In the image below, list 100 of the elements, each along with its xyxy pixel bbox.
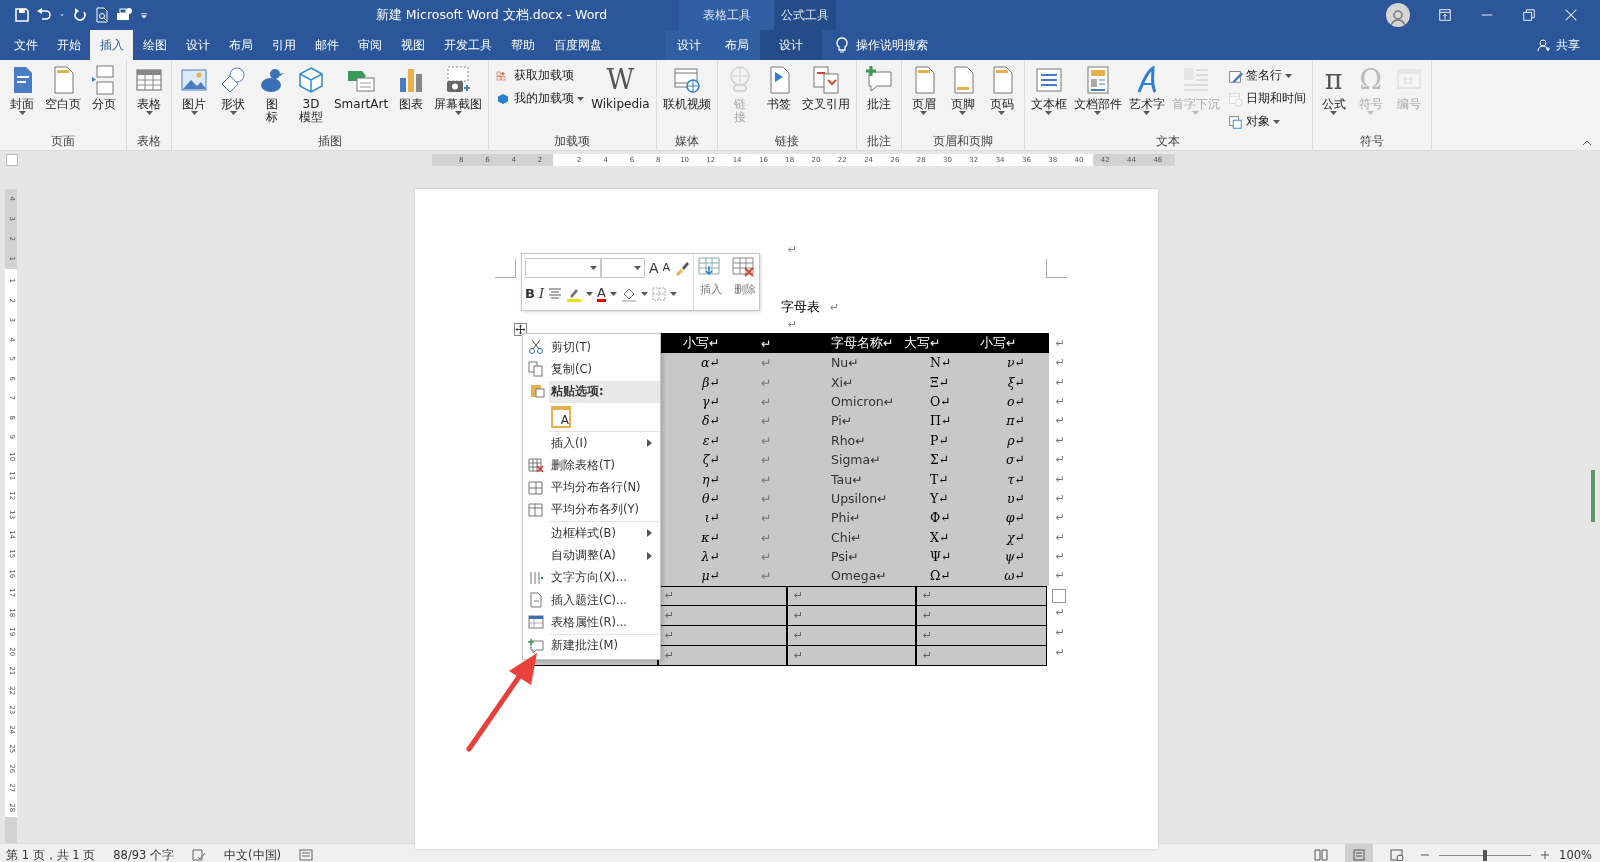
paste-option-button[interactable]: A xyxy=(551,405,571,428)
view-button[interactable] xyxy=(1345,844,1374,862)
ribbon-tab[interactable]: 帮助 xyxy=(501,30,544,60)
ribbon-tab[interactable]: 设计 xyxy=(176,30,219,60)
ribbon-button[interactable]: 3D 模型 xyxy=(292,62,330,126)
menu-item[interactable]: 平均分布各列(Y) xyxy=(523,498,660,522)
ribbon-tab[interactable]: 绘图 xyxy=(133,30,176,60)
ribbon-tab[interactable]: 审阅 xyxy=(348,30,391,60)
ribbon-button[interactable]: 书签 xyxy=(759,62,798,113)
menu-item[interactable]: 边框样式(B) xyxy=(523,522,660,545)
macro-icon[interactable] xyxy=(299,849,314,861)
italic-button[interactable]: I xyxy=(538,285,545,303)
menu-item[interactable]: 插入题注(C)... xyxy=(523,588,660,612)
ribbon-tab[interactable]: 开发工具 xyxy=(434,30,501,60)
restore-icon[interactable] xyxy=(1522,8,1536,22)
paintbrush-icon[interactable] xyxy=(674,260,691,276)
menu-item[interactable]: 新建批注(M) xyxy=(523,634,660,657)
table-cell-text: ρ↵ xyxy=(1006,432,1026,448)
font-field[interactable] xyxy=(525,258,601,278)
ribbon-button[interactable]: 签名行 xyxy=(1223,66,1309,85)
ribbon-button[interactable]: 对象 xyxy=(1223,112,1309,131)
ribbon-tab[interactable]: 引用 xyxy=(262,30,305,60)
ribbon-button[interactable]: 空白页 xyxy=(42,62,84,113)
delete-button[interactable]: 删除 xyxy=(728,254,763,310)
ribbon-button[interactable]: 联机视频 xyxy=(659,62,714,113)
ribbon-tab[interactable]: 邮件 xyxy=(305,30,348,60)
zoom-level[interactable]: 100% xyxy=(1559,848,1592,862)
shrink-font-button[interactable]: A xyxy=(662,259,671,277)
ribbon-button[interactable]: 艺术字 xyxy=(1125,62,1168,117)
ribbon-button[interactable]: SmartArt xyxy=(331,62,392,113)
caption-icon xyxy=(528,592,544,609)
ribbon-button[interactable]: 形状 xyxy=(214,62,252,117)
menu-item[interactable]: 表格属性(R)... xyxy=(523,611,660,634)
heading-text: 字母表 xyxy=(781,298,820,316)
undo-icon[interactable] xyxy=(36,7,52,23)
ribbon-button[interactable]: 交叉引用 xyxy=(798,62,853,113)
ribbon-button[interactable]: π 公式 xyxy=(1315,62,1352,117)
collapse-icon[interactable] xyxy=(1582,140,1592,146)
align-center-icon[interactable] xyxy=(548,287,563,301)
table-resize-handle[interactable] xyxy=(1052,588,1066,603)
close-icon[interactable] xyxy=(1564,8,1578,22)
ribbon-tab[interactable]: 百度网盘 xyxy=(544,30,611,60)
move-handle-icon[interactable] xyxy=(514,323,527,336)
print-layout-icon xyxy=(1352,849,1367,861)
font-size-field[interactable] xyxy=(601,258,645,278)
row-end-mark: ↵ xyxy=(1055,491,1065,505)
grow-font-button[interactable]: A xyxy=(649,259,659,277)
ribbon-tab[interactable]: 布局 xyxy=(219,30,262,60)
ribbon-button[interactable]: 批注 xyxy=(859,62,898,113)
table-cell-text: ↵ xyxy=(760,568,773,584)
table-cell: ↵ xyxy=(787,585,916,606)
ribbon-button[interactable]: 获取加载项 xyxy=(492,66,588,85)
language-indicator[interactable]: 中文(中国) xyxy=(224,847,282,862)
ribbon-button[interactable]: 我的加载项 xyxy=(492,89,588,108)
menu-item[interactable]: 复制(C) xyxy=(523,358,660,381)
proofing-icon[interactable] xyxy=(192,848,207,862)
ribbon-button[interactable]: 页码 xyxy=(982,62,1021,117)
ribbon-display-icon[interactable] xyxy=(1438,8,1452,22)
menu-item[interactable]: 自动调整(A) xyxy=(523,544,660,567)
highlighter-icon[interactable] xyxy=(566,286,583,302)
word-count[interactable]: 88/93 个字 xyxy=(113,847,175,862)
avatar-icon[interactable] xyxy=(1386,3,1410,27)
insert-button[interactable]: 插入 xyxy=(694,254,729,310)
share-button[interactable]: 共享 xyxy=(1537,30,1600,60)
ribbon-tab[interactable]: 文件 xyxy=(4,30,47,60)
ribbon-tab[interactable]: 设计 xyxy=(664,30,713,60)
table-cell-text: Rho↵ xyxy=(830,432,867,448)
zoom-in-icon[interactable] xyxy=(1541,851,1550,859)
font-color-button[interactable]: A xyxy=(597,286,606,302)
save-icon[interactable] xyxy=(14,7,30,23)
menu-item[interactable]: 插入(I) xyxy=(523,431,660,455)
printer-icon[interactable] xyxy=(116,7,132,23)
ribbon-button[interactable]: 页脚 xyxy=(943,62,982,117)
ribbon-tab[interactable]: 布局 xyxy=(712,30,761,60)
context-group-label: 表格工具 xyxy=(679,0,774,30)
table-cell-text: Ξ↵ xyxy=(929,374,951,390)
ribbon-button[interactable]: W Wikipedia xyxy=(588,62,653,113)
redo-icon[interactable] xyxy=(72,7,88,23)
menu-item[interactable]: 删除表格(T) xyxy=(523,454,660,477)
ribbon-button[interactable]: 文本框 xyxy=(1027,62,1070,117)
print-preview-icon[interactable] xyxy=(94,7,110,23)
ribbon-tab[interactable]: 开始 xyxy=(47,30,90,60)
ribbon-tab[interactable]: 视图 xyxy=(391,30,434,60)
ribbon-button[interactable]: 图片 xyxy=(175,62,213,117)
menu-item[interactable]: 平均分布各行(N) xyxy=(523,476,660,499)
ribbon-button[interactable]: 表格 xyxy=(130,62,168,117)
ribbon-button[interactable]: 图表 xyxy=(392,62,431,113)
menu-item[interactable]: 剪切(T) xyxy=(523,336,660,359)
ribbon-button[interactable]: 分页 xyxy=(85,62,123,113)
ribbon-tab[interactable]: 插入 xyxy=(90,30,133,60)
ribbon-button[interactable]: 封面 xyxy=(3,62,41,117)
ribbon-button[interactable]: 屏幕截图 xyxy=(431,62,486,117)
ribbon-button[interactable]: 页眉 xyxy=(904,62,943,117)
bold-button[interactable]: B xyxy=(525,285,535,303)
paint-bucket-icon[interactable] xyxy=(620,286,637,302)
tell-me-search[interactable]: 操作说明搜索 xyxy=(856,36,928,54)
ribbon-button[interactable]: 文档部件 xyxy=(1070,62,1125,117)
menu-item[interactable]: 文字方向(X)... xyxy=(523,566,660,589)
caret-icon xyxy=(609,292,617,296)
ribbon-button[interactable]: 图标 xyxy=(253,62,291,126)
